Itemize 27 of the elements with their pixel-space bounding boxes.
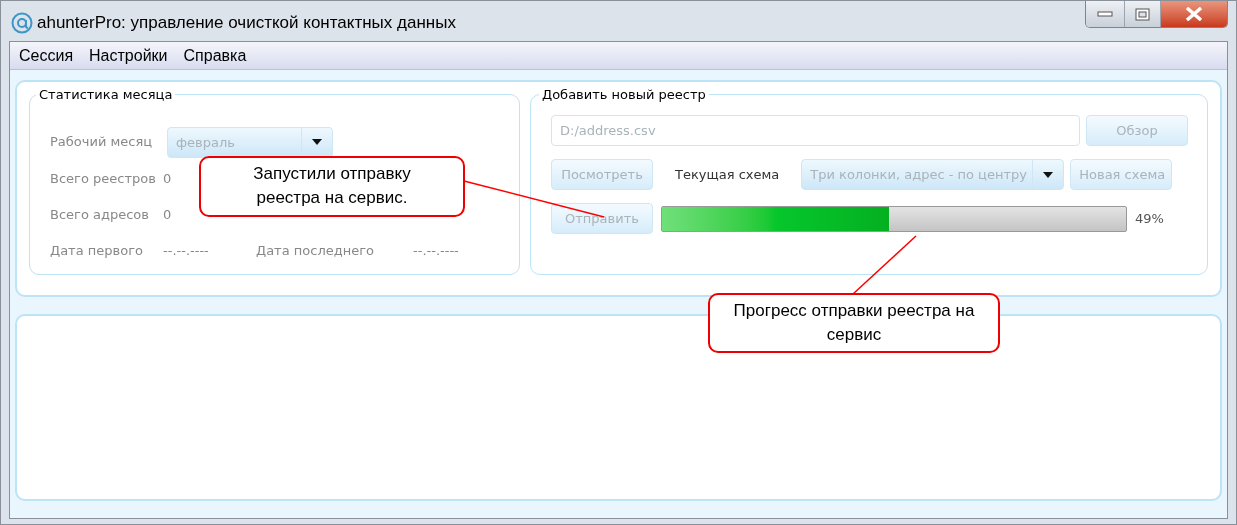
stat-label: Всего реестров [50, 170, 157, 189]
app-logo-icon [11, 11, 33, 34]
leader-line [852, 235, 917, 295]
stat-label: Дата первого [50, 242, 144, 261]
stat-value: --.--.---- [163, 242, 209, 261]
callout: Прогресс отправки реестра на сервис [708, 293, 1000, 353]
close-icon [1185, 7, 1203, 21]
menu-item[interactable]: Настройки [89, 43, 168, 68]
dropdown-caret-icon [312, 139, 322, 145]
menu-item[interactable]: Сессия [19, 43, 74, 68]
field-label: Рабочий месяц [50, 133, 153, 152]
minimize-button[interactable] [1086, 1, 1125, 27]
close-button[interactable] [1161, 1, 1227, 27]
stat-value: --.--.---- [413, 242, 459, 261]
scheme-label: Текущая схема [674, 165, 781, 184]
stat-label: Всего адресов [50, 206, 150, 225]
maximize-icon [1135, 7, 1150, 21]
maximize-button[interactable] [1125, 1, 1161, 27]
callout: Запустили отправку реестра на сервис. [199, 156, 465, 217]
minimize-icon [1097, 11, 1113, 17]
window-title: ahunterPro: управление очисткой контактных данных [37, 12, 456, 34]
stat-value: 0 [163, 170, 172, 189]
stat-label: Дата последнего [256, 242, 375, 261]
stat-value: 0 [163, 206, 172, 225]
menu-item[interactable]: Справка [183, 43, 247, 68]
dropdown-caret-icon [1043, 171, 1054, 178]
progress-reading: 49% [1135, 209, 1164, 228]
